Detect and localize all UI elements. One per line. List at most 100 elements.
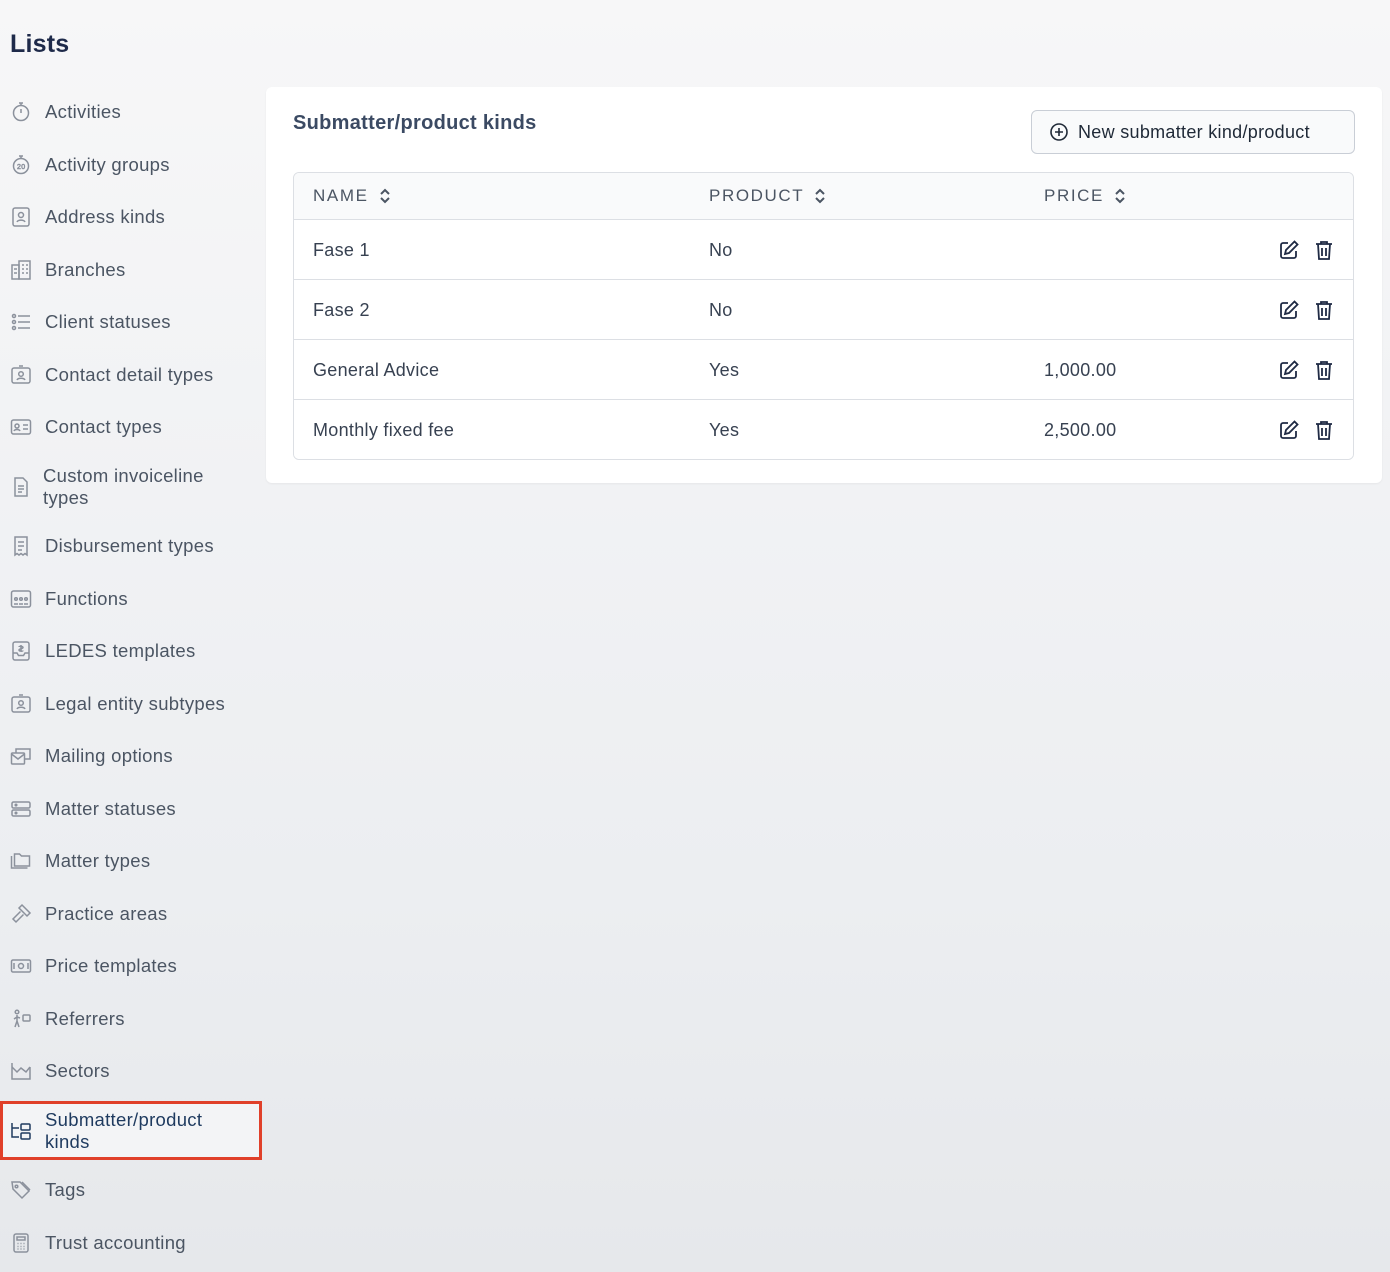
timer-20-icon: 20 [9, 153, 33, 177]
svg-text:20: 20 [17, 164, 25, 171]
cell-name: Monthly fixed fee [313, 420, 455, 440]
sidebar-item-price-templates[interactable]: Price templates [0, 953, 262, 979]
sidebar-item-submatter-product-kinds[interactable]: Submatter/product kinds [0, 1101, 262, 1160]
cell-product: No [709, 300, 733, 320]
sidebar-item-label: Matter types [45, 850, 151, 871]
sidebar-item-trust-accounting[interactable]: Trust accounting [0, 1230, 262, 1256]
banknote-icon [9, 954, 33, 978]
trash-icon[interactable] [1313, 419, 1335, 441]
sort-icon [1115, 188, 1125, 204]
sidebar-item-tags[interactable]: Tags [0, 1177, 262, 1203]
sidebar-item-label: Tags [45, 1179, 86, 1200]
receipt-icon [9, 534, 33, 558]
mail-options-icon [9, 744, 33, 768]
cell-name: General Advice [313, 360, 440, 380]
sort-icon [815, 188, 825, 204]
sidebar-item-branches[interactable]: Branches [0, 257, 262, 283]
trash-icon[interactable] [1313, 359, 1335, 381]
status-list-icon [9, 310, 33, 334]
sidebar-item-ledes-templates[interactable]: LEDES templates [0, 638, 262, 664]
sidebar-item-label: LEDES templates [45, 640, 196, 661]
sidebar: Activities 20 Activity groups Address ki… [0, 0, 262, 1272]
table-header: NAME PRODUCT PRICE [294, 173, 1353, 220]
sidebar-item-client-statuses[interactable]: Client statuses [0, 309, 262, 335]
id-card-icon [9, 415, 33, 439]
id-badge-icon [9, 363, 33, 387]
money-inbox-icon [9, 639, 33, 663]
sidebar-item-functions[interactable]: Functions [0, 586, 262, 612]
sidebar-item-matter-types[interactable]: Matter types [0, 848, 262, 874]
sidebar-item-label: Branches [45, 259, 126, 280]
cell-product: Yes [709, 360, 740, 380]
gavel-icon [9, 902, 33, 926]
edit-icon[interactable] [1278, 299, 1300, 321]
sidebar-item-label: Mailing options [45, 745, 173, 766]
sidebar-item-activity-groups[interactable]: 20 Activity groups [0, 152, 262, 178]
edit-icon[interactable] [1278, 359, 1300, 381]
cell-name: Fase 1 [313, 240, 370, 260]
edit-icon[interactable] [1278, 419, 1300, 441]
sidebar-item-practice-areas[interactable]: Practice areas [0, 901, 262, 927]
sidebar-item-label: Referrers [45, 1008, 125, 1029]
contact-card-icon [9, 205, 33, 229]
sidebar-item-contact-detail-types[interactable]: Contact detail types [0, 362, 262, 388]
sidebar-item-label: Sectors [45, 1060, 110, 1081]
sidebar-item-sectors[interactable]: Sectors [0, 1058, 262, 1084]
folders-icon [9, 849, 33, 873]
sidebar-item-label: Client statuses [45, 311, 171, 332]
sidebar-item-mailing-options[interactable]: Mailing options [0, 743, 262, 769]
table-row[interactable]: Fase 2 No [294, 280, 1353, 340]
table-row[interactable]: Monthly fixed fee Yes 2,500.00 [294, 400, 1353, 459]
sidebar-item-label: Practice areas [45, 903, 168, 924]
sort-icon [379, 188, 390, 204]
column-header-price[interactable]: PRICE [1044, 186, 1127, 206]
server-stack-icon [9, 797, 33, 821]
cell-price: 2,500.00 [1044, 420, 1117, 440]
document-icon [9, 475, 33, 499]
trash-icon[interactable] [1313, 239, 1335, 261]
cell-name: Fase 2 [313, 300, 370, 320]
tags-icon [9, 1178, 33, 1202]
main-panel: Submatter/product kinds New submatter ki… [266, 87, 1382, 483]
column-header-label: PRICE [1044, 186, 1104, 205]
buildings-icon [9, 258, 33, 282]
id-badge-icon [9, 692, 33, 716]
sidebar-item-legal-entity-subtypes[interactable]: Legal entity subtypes [0, 691, 262, 717]
sidebar-item-label: Legal entity subtypes [45, 693, 226, 714]
chart-area-icon [9, 1059, 33, 1083]
new-submatter-button[interactable]: New submatter kind/product [1031, 110, 1355, 154]
sidebar-item-contact-types[interactable]: Contact types [0, 414, 262, 440]
sidebar-item-label: Address kinds [45, 206, 166, 227]
sidebar-item-matter-statuses[interactable]: Matter statuses [0, 796, 262, 822]
sidebar-item-label: Contact detail types [45, 364, 214, 385]
sidebar-item-disbursement-types[interactable]: Disbursement types [0, 533, 262, 559]
edit-icon[interactable] [1278, 239, 1300, 261]
new-button-label: New submatter kind/product [1078, 122, 1310, 142]
sidebar-item-label: Contact types [45, 416, 163, 437]
sidebar-item-referrers[interactable]: Referrers [0, 1006, 262, 1032]
sidebar-item-label: Functions [45, 588, 128, 609]
sidebar-item-custom-invoiceline-types[interactable]: Custom invoiceline types [0, 464, 262, 510]
column-header-product[interactable]: PRODUCT [709, 186, 827, 206]
trash-icon[interactable] [1313, 299, 1335, 321]
table-row[interactable]: General Advice Yes 1,000.00 [294, 340, 1353, 400]
column-header-name[interactable]: NAME [313, 186, 392, 206]
hierarchy-icon [9, 1119, 33, 1143]
cell-product: No [709, 240, 733, 260]
sidebar-item-label: Price templates [45, 955, 177, 976]
plus-circle-icon [1049, 122, 1069, 142]
table-row[interactable]: Fase 1 No [294, 220, 1353, 280]
sidebar-item-address-kinds[interactable]: Address kinds [0, 204, 262, 230]
stopwatch-icon [9, 100, 33, 124]
sidebar-item-activities[interactable]: Activities [0, 99, 262, 125]
panel-title: Submatter/product kinds [293, 112, 537, 134]
cell-price: 1,000.00 [1044, 360, 1117, 380]
data-table: NAME PRODUCT PRICE Fase 1 No Fase 2 No G… [293, 172, 1354, 460]
cell-product: Yes [709, 420, 740, 440]
sidebar-item-label: Activities [45, 101, 121, 122]
sidebar-item-label: Submatter/product kinds [45, 1108, 203, 1152]
sidebar-item-label: Activity groups [45, 154, 170, 175]
people-group-icon [9, 587, 33, 611]
sidebar-item-label: Custom invoiceline types [43, 465, 204, 508]
column-header-label: NAME [313, 186, 369, 205]
